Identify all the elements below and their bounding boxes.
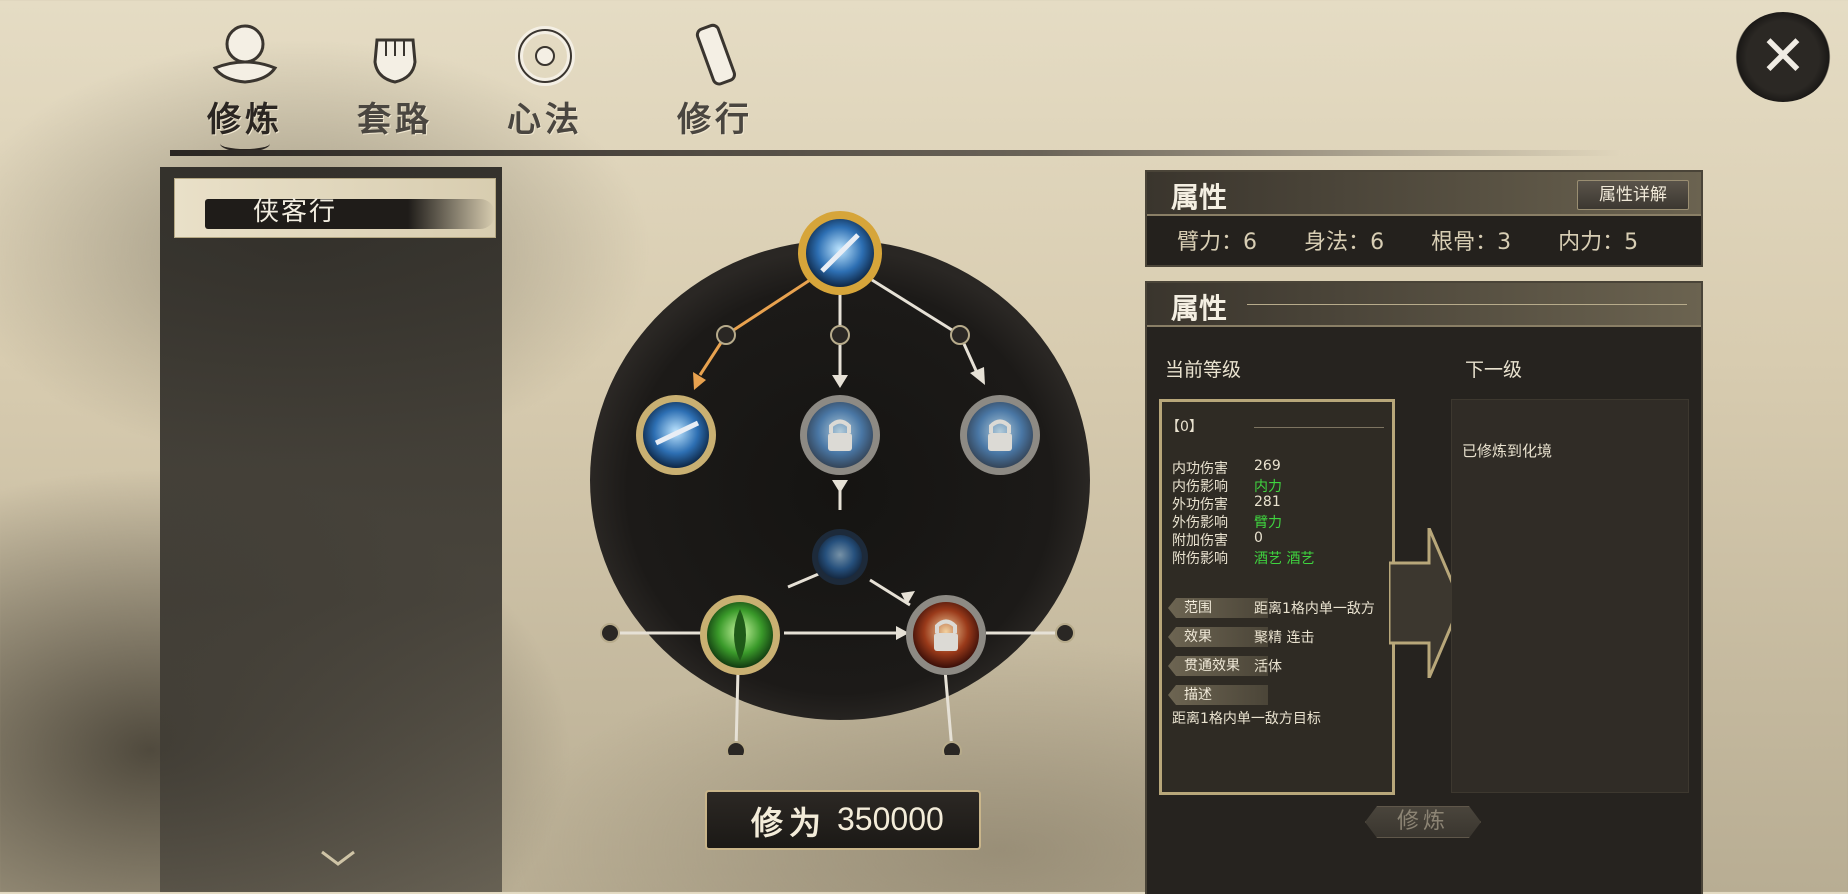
effect-value: 聚精 连击 bbox=[1254, 630, 1315, 646]
scroll-down-icon[interactable] bbox=[318, 848, 358, 868]
stat-row: 附伤影响 酒艺 酒艺 bbox=[1172, 551, 1315, 567]
tab-practice[interactable]: 修行 bbox=[660, 20, 770, 140]
stat-row: 外伤影响 臂力 bbox=[1172, 515, 1282, 531]
tree-link bbox=[734, 669, 740, 751]
next-level-text: 已修炼到化境 bbox=[1462, 442, 1553, 460]
attributes-panel: 属性 属性详解 臂力：6 身法：6 根骨：3 内力：5 bbox=[1145, 170, 1703, 267]
skill-tree bbox=[590, 211, 1090, 755]
skill-node-blade[interactable] bbox=[636, 395, 716, 475]
cultivation-icon bbox=[212, 24, 278, 84]
tab-label: 套路 bbox=[357, 100, 433, 140]
divider bbox=[1254, 427, 1384, 428]
pass-tag: 贯通效果 bbox=[1168, 656, 1268, 676]
skill-node-sword-root[interactable] bbox=[798, 211, 882, 295]
desc-value: 距离1格内单一敌方目标 bbox=[1172, 711, 1321, 727]
current-level-card: 【0】 内功伤害 269 内伤影响 内力 外功伤害 281 外伤影响 臂力 附加伤害 0 … bbox=[1159, 399, 1395, 795]
stats-row: 臂力：6 身法：6 根骨：3 内力：5 bbox=[1177, 224, 1697, 256]
level-panel: 属性 当前等级 下一级 【0】 内功伤害 269 内伤影响 内力 外功伤害 281 外… bbox=[1145, 281, 1703, 894]
skill-node-locked[interactable] bbox=[800, 395, 880, 475]
stat-constitution: 根骨：3 bbox=[1431, 230, 1512, 255]
skill-node-dragon[interactable] bbox=[812, 529, 868, 585]
swirl-icon bbox=[515, 26, 575, 86]
desc-tag: 描述 bbox=[1168, 685, 1268, 705]
tab-mind-method[interactable]: 心法 bbox=[490, 20, 600, 140]
cultivation-value: 350000 bbox=[837, 801, 944, 837]
tab-label: 修行 bbox=[677, 100, 753, 140]
tab-label: 心法 bbox=[507, 100, 583, 140]
effect-tag: 效果 bbox=[1168, 627, 1268, 647]
school-name: 侠客行 bbox=[253, 197, 338, 227]
pass-value: 活体 bbox=[1254, 659, 1282, 675]
school-list-panel bbox=[160, 167, 502, 892]
scroll-icon bbox=[695, 23, 737, 86]
close-icon: ✕ bbox=[1759, 24, 1807, 89]
skill-node-locked-fire[interactable] bbox=[906, 595, 986, 675]
fist-icon bbox=[373, 38, 417, 84]
stat-agility: 身法：6 bbox=[1304, 230, 1385, 255]
cultivation-label: 修为 bbox=[751, 804, 828, 842]
stat-row: 内伤影响 内力 bbox=[1172, 479, 1282, 495]
range-tag: 范围 bbox=[1168, 598, 1268, 618]
train-button[interactable]: 修炼 bbox=[1365, 806, 1481, 838]
current-level-value: 【0】 bbox=[1166, 419, 1203, 435]
ink-stroke bbox=[205, 199, 495, 229]
stat-row: 附加伤害 0 bbox=[1172, 530, 1263, 549]
tab-label: 修炼 bbox=[207, 100, 283, 140]
tab-routine[interactable]: 套路 bbox=[340, 20, 450, 140]
skill-node-locked[interactable] bbox=[960, 395, 1040, 475]
cultivation-points: 修为 350000 bbox=[705, 790, 981, 850]
stat-inner-power: 内力：5 bbox=[1558, 230, 1639, 255]
attributes-title: 属性 bbox=[1171, 181, 1228, 214]
next-level-card: 已修炼到化境 bbox=[1451, 399, 1689, 793]
range-value: 距离1格内单一敌方 bbox=[1254, 601, 1375, 617]
current-level-label: 当前等级 bbox=[1165, 359, 1242, 381]
header-line bbox=[1247, 304, 1687, 305]
header-divider bbox=[170, 150, 1620, 156]
close-button[interactable]: ✕ bbox=[1735, 12, 1831, 102]
stat-strength: 臂力：6 bbox=[1177, 230, 1258, 255]
next-level-label: 下一级 bbox=[1465, 359, 1523, 381]
level-title: 属性 bbox=[1171, 292, 1228, 325]
attributes-header: 属性 属性详解 bbox=[1147, 172, 1701, 216]
level-header: 属性 bbox=[1147, 283, 1701, 327]
attribute-detail-button[interactable]: 属性详解 bbox=[1577, 180, 1689, 210]
tab-cultivation[interactable]: 修炼 bbox=[190, 20, 300, 152]
stat-row: 内功伤害 269 bbox=[1172, 458, 1281, 477]
skill-node-leaf[interactable] bbox=[700, 595, 780, 675]
stat-row: 外功伤害 281 bbox=[1172, 494, 1281, 513]
school-list-item[interactable]: 侠客行 bbox=[174, 178, 496, 238]
